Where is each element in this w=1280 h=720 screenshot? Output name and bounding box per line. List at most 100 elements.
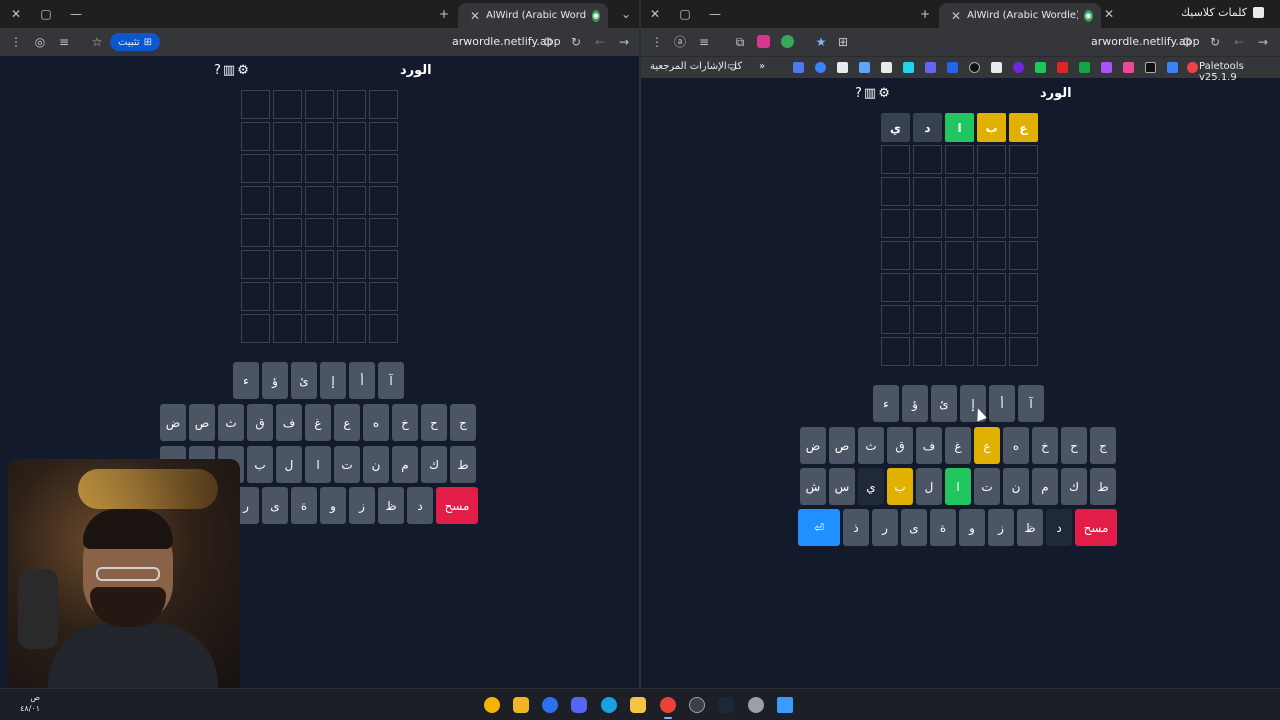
help-icon[interactable]: ?: [855, 86, 862, 101]
keyboard-key[interactable]: ح: [1061, 427, 1087, 464]
tab-alwird[interactable]: ✕ AlWird (Arabic Wordle) - الورد ◉: [458, 3, 608, 28]
keyboard-key[interactable]: ك: [1061, 468, 1087, 505]
delete-key[interactable]: مسح: [436, 487, 478, 524]
keyboard-key[interactable]: ح: [421, 404, 447, 441]
keyboard-key[interactable]: خ: [392, 404, 418, 441]
reader-icon[interactable]: ≡: [56, 34, 72, 50]
clock[interactable]: ص ٤٨/٠١: [12, 692, 40, 714]
keyboard-key[interactable]: ن: [363, 446, 389, 483]
bookmark-icon[interactable]: [925, 62, 936, 73]
paletools-bookmark[interactable]: Paletools v25.1.9: [1199, 61, 1280, 83]
close-window-icon[interactable]: ✕: [8, 6, 24, 22]
keyboard-key[interactable]: ظ: [1017, 509, 1043, 546]
keyboard-key[interactable]: ئ: [931, 385, 957, 422]
keyboard-key[interactable]: أ: [349, 362, 375, 399]
help-icon[interactable]: ?: [214, 63, 221, 78]
keyboard-key[interactable]: ؤ: [262, 362, 288, 399]
rockstar-icon[interactable]: [513, 697, 529, 713]
bookmark-icon[interactable]: [1035, 62, 1046, 73]
keyboard-key[interactable]: ا: [945, 468, 971, 505]
keyboard-key[interactable]: ى: [262, 487, 288, 524]
stats-icon[interactable]: ▥: [864, 86, 876, 101]
bookmark-icon[interactable]: [1123, 62, 1134, 73]
bookmark-icon[interactable]: [1145, 62, 1156, 73]
windows-start-icon[interactable]: [777, 697, 793, 713]
keyboard-key[interactable]: ط: [450, 446, 476, 483]
keyboard-key[interactable]: إ: [320, 362, 346, 399]
forward-icon[interactable]: ←: [1231, 34, 1247, 50]
keyboard-key[interactable]: ل: [276, 446, 302, 483]
keyboard-key[interactable]: د: [1046, 509, 1072, 546]
bookmark-icon[interactable]: [859, 62, 870, 73]
bookmark-icon[interactable]: [991, 62, 1002, 73]
close-tab-icon[interactable]: ✕: [470, 9, 480, 23]
close-tab-icon[interactable]: ✕: [1101, 6, 1117, 22]
discord-icon[interactable]: [571, 697, 587, 713]
edge-icon[interactable]: [601, 697, 617, 713]
keyboard-key[interactable]: ن: [1003, 468, 1029, 505]
bookmark-star-icon[interactable]: ★: [813, 34, 829, 50]
install-icon[interactable]: ⊞: [835, 34, 851, 50]
settings-app-icon[interactable]: [748, 697, 764, 713]
keyboard-key[interactable]: ر: [872, 509, 898, 546]
reload-icon[interactable]: ↻: [1207, 34, 1223, 50]
keyboard-key[interactable]: ق: [887, 427, 913, 464]
keyboard-key[interactable]: غ: [945, 427, 971, 464]
extension-icon[interactable]: [757, 35, 770, 48]
minimize-window-icon[interactable]: —: [68, 6, 84, 22]
keyboard-key[interactable]: آ: [1018, 385, 1044, 422]
keyboard-key[interactable]: ب: [247, 446, 273, 483]
close-window-icon[interactable]: ✕: [647, 6, 663, 22]
keyboard-key[interactable]: ط: [1090, 468, 1116, 505]
bookmark-icon[interactable]: [1187, 62, 1198, 73]
bookmark-icon[interactable]: [1101, 62, 1112, 73]
minimize-window-icon[interactable]: —: [707, 6, 723, 22]
profile-icon[interactable]: ◎: [32, 34, 48, 50]
keyboard-key[interactable]: م: [392, 446, 418, 483]
menu-icon[interactable]: ⋮: [649, 34, 665, 50]
close-tab-icon[interactable]: ✕: [951, 9, 961, 23]
bookmark-icon[interactable]: [815, 62, 826, 73]
bookmark-star-icon[interactable]: ☆: [89, 34, 105, 50]
bookmark-icon[interactable]: [881, 62, 892, 73]
tab-classic-words[interactable]: كلمات كلاسيك: [1181, 6, 1265, 19]
keyboard-key[interactable]: ج: [1090, 427, 1116, 464]
keyboard-key[interactable]: د: [407, 487, 433, 524]
bookmark-icon[interactable]: [1013, 62, 1024, 73]
keyboard-key[interactable]: ة: [291, 487, 317, 524]
keyboard-key[interactable]: ص: [829, 427, 855, 464]
bookmark-icon[interactable]: [1079, 62, 1090, 73]
enter-key[interactable]: ⏎: [798, 509, 840, 546]
extensions-icon[interactable]: ⧉: [732, 34, 748, 50]
keyboard-key[interactable]: أ: [989, 385, 1015, 422]
keyboard-key[interactable]: ع: [974, 427, 1000, 464]
install-button[interactable]: تثبيت ⊞: [110, 33, 161, 51]
new-tab-icon[interactable]: +: [436, 6, 452, 22]
reader-icon[interactable]: ≡: [696, 34, 712, 50]
keyboard-key[interactable]: ظ: [378, 487, 404, 524]
bookmark-icon[interactable]: [793, 62, 804, 73]
delete-key[interactable]: مسح: [1075, 509, 1117, 546]
keyboard-key[interactable]: ج: [450, 404, 476, 441]
keyboard-key[interactable]: و: [320, 487, 346, 524]
keyboard-key[interactable]: ل: [916, 468, 942, 505]
keyboard-key[interactable]: ف: [916, 427, 942, 464]
menu-icon[interactable]: ⋮: [8, 34, 24, 50]
keyboard-key[interactable]: س: [829, 468, 855, 505]
site-settings-icon[interactable]: ⚙: [540, 34, 556, 50]
back-icon[interactable]: →: [1255, 34, 1271, 50]
bookmark-icon[interactable]: [969, 62, 980, 73]
keyboard-key[interactable]: ز: [988, 509, 1014, 546]
keyboard-key[interactable]: م: [1032, 468, 1058, 505]
keyboard-key[interactable]: و: [959, 509, 985, 546]
bookmark-icon[interactable]: [903, 62, 914, 73]
app-icon[interactable]: [542, 697, 558, 713]
keyboard-key[interactable]: ء: [233, 362, 259, 399]
bookmark-icon[interactable]: [837, 62, 848, 73]
keyboard-key[interactable]: ه: [1003, 427, 1029, 464]
bookmark-icon[interactable]: [1057, 62, 1068, 73]
keyboard-key[interactable]: ت: [974, 468, 1000, 505]
tab-search-icon[interactable]: ⌄: [618, 6, 634, 22]
keyboard-key[interactable]: ش: [800, 468, 826, 505]
settings-icon[interactable]: ⚙: [237, 63, 249, 78]
